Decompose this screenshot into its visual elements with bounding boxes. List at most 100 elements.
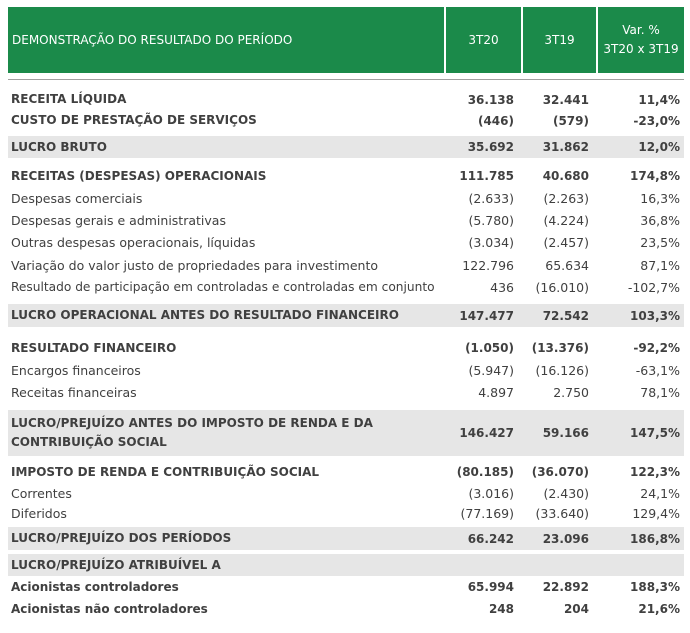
row-label: LUCRO OPERACIONAL ANTES DO RESULTADO FIN…: [11, 308, 399, 322]
table-row: LUCRO BRUTO 35.692 31.862 12,0%: [8, 136, 684, 158]
row-label: Correntes: [11, 485, 72, 501]
row-label: RECEITA LÍQUIDA: [11, 92, 127, 106]
row-label: Despesas gerais e administrativas: [11, 212, 226, 228]
row-value-variation: 24,1%: [640, 485, 680, 501]
row-value-3t20: (1.050): [465, 341, 514, 355]
row-value-3t19: 22.892: [542, 580, 589, 594]
table-row: LUCRO/PREJUÍZO DOS PERÍODOS 66.242 23.09…: [8, 527, 684, 550]
row-label: Resultado de participação em controladas…: [11, 280, 435, 294]
row-value-variation: 188,3%: [630, 580, 680, 594]
row-label: LUCRO/PREJUÍZO DOS PERÍODOS: [11, 531, 232, 545]
header-divider: [8, 79, 684, 80]
row-value-3t19: 2.750: [553, 385, 589, 400]
row-value-3t19: 65.634: [545, 257, 589, 273]
row-value-variation: 23,5%: [640, 235, 680, 250]
row-label: Variação do valor justo de propriedades …: [11, 257, 379, 273]
row-value-3t19: 72.542: [542, 308, 589, 323]
row-value-3t20: (446): [477, 113, 514, 128]
row-label: Outras despesas operacionais, líquidas: [11, 235, 256, 250]
row-value-3t19: 59.166: [542, 426, 589, 440]
row-value-variation: 16,3%: [640, 190, 680, 206]
header-variation-line1: Var. %: [622, 23, 660, 37]
row-label: IMPOSTO DE RENDA E CONTRIBUIÇÃO SOCIAL: [11, 464, 320, 479]
row-value-3t19: 204: [563, 602, 589, 616]
table-header: DEMONSTRAÇÃO DO RESULTADO DO PERÍODO 3T2…: [8, 7, 684, 73]
table-row: Resultado de participação em controladas…: [8, 276, 684, 299]
row-value-variation: -23,0%: [633, 113, 680, 128]
row-value-3t20: (80.185): [456, 465, 514, 479]
table-row: Receitas financeiras 4.897 2.750 78,1%: [8, 381, 684, 404]
table-row: Diferidos (77.169) (33.640) 129,4%: [8, 503, 684, 523]
row-value-3t19: (2.430): [543, 485, 589, 501]
table-row: Variação do valor justo de propriedades …: [8, 254, 684, 276]
row-value-3t19: (16.126): [535, 362, 590, 378]
table-row: Despesas gerais e administrativas (5.780…: [8, 209, 684, 231]
row-label: CUSTO DE PRESTAÇÃO DE SERVIÇOS: [11, 113, 257, 127]
row-value-3t19: 32.441: [542, 92, 589, 107]
row-value-3t19: (16.010): [535, 280, 590, 295]
table-row: Encargos financeiros (5.947) (16.126) -6…: [8, 359, 684, 381]
header-3t19: 3T19: [521, 7, 596, 73]
row-label: Receitas financeiras: [11, 385, 137, 400]
row-label: LUCRO/PREJUÍZO ANTES DO IMPOSTO DE RENDA…: [11, 416, 373, 449]
table-row: LUCRO/PREJUÍZO ATRIBUÍVEL A: [8, 554, 684, 576]
header-variation-line2: 3T20 x 3T19: [603, 42, 679, 56]
row-label: LUCRO BRUTO: [11, 139, 107, 154]
table-row: CUSTO DE PRESTAÇÃO DE SERVIÇOS (446) (57…: [8, 110, 684, 131]
row-value-3t19: (36.070): [531, 465, 589, 479]
row-value-variation: 186,8%: [630, 531, 680, 546]
row-value-3t19: 40.680: [542, 169, 589, 183]
row-value-3t20: (5.780): [468, 212, 514, 228]
row-label: Acionistas não controladores: [11, 601, 208, 616]
row-value-3t20: 111.785: [459, 169, 514, 183]
header-description: DEMONSTRAÇÃO DO RESULTADO DO PERÍODO: [8, 7, 444, 73]
row-value-3t20: 147.477: [459, 308, 514, 323]
row-value-variation: 11,4%: [638, 92, 680, 107]
row-value-variation: 122,3%: [630, 465, 680, 479]
row-value-3t19: 31.862: [542, 140, 589, 154]
table-row: Acionistas controladores 65.994 22.892 1…: [8, 576, 684, 598]
row-label: Encargos financeiros: [11, 362, 141, 378]
row-value-3t20: (77.169): [460, 505, 515, 521]
row-label: Acionistas controladores: [11, 579, 179, 594]
table-row: Outras despesas operacionais, líquidas (…: [8, 231, 684, 254]
row-label: RECEITAS (DESPESAS) OPERACIONAIS: [11, 168, 267, 183]
row-value-3t20: 436: [490, 280, 514, 295]
row-value-3t19: (13.376): [531, 341, 589, 355]
row-value-3t19: (2.457): [543, 235, 589, 250]
row-value-variation: -102,7%: [627, 280, 680, 295]
table-row: IMPOSTO DE RENDA E CONTRIBUIÇÃO SOCIAL (…: [8, 461, 684, 483]
row-value-variation: 147,5%: [630, 426, 680, 440]
row-value-variation: 36,8%: [640, 212, 680, 228]
row-value-3t20: (3.016): [468, 485, 514, 501]
row-value-3t20: (5.947): [468, 362, 514, 378]
row-value-3t19: (33.640): [535, 505, 590, 521]
row-value-variation: 87,1%: [640, 257, 680, 273]
row-value-3t19: (579): [552, 113, 589, 128]
table-row: LUCRO OPERACIONAL ANTES DO RESULTADO FIN…: [8, 304, 684, 327]
row-label: Diferidos: [11, 505, 67, 521]
header-variation: Var. % 3T20 x 3T19: [596, 7, 684, 73]
row-value-3t20: 36.138: [467, 92, 514, 107]
row-value-3t20: 146.427: [459, 426, 514, 440]
row-value-3t20: 4.897: [478, 385, 514, 400]
row-value-3t20: 248: [488, 602, 514, 616]
table-row: RESULTADO FINANCEIRO (1.050) (13.376) -9…: [8, 337, 684, 359]
row-value-3t20: 35.692: [467, 140, 514, 154]
row-value-variation: -92,2%: [633, 341, 680, 355]
table-row: RECEITA LÍQUIDA 36.138 32.441 11,4%: [8, 89, 684, 110]
row-value-3t19: (2.263): [543, 190, 589, 206]
table-row: Despesas comerciais (2.633) (2.263) 16,3…: [8, 187, 684, 209]
row-value-3t20: (3.034): [468, 235, 514, 250]
row-value-3t19: 23.096: [542, 531, 589, 546]
row-value-3t20: 65.994: [467, 580, 514, 594]
header-3t20: 3T20: [444, 7, 521, 73]
row-label: RESULTADO FINANCEIRO: [11, 340, 177, 355]
row-value-variation: 78,1%: [640, 385, 680, 400]
row-value-variation: 174,8%: [630, 169, 680, 183]
row-value-3t20: 122.796: [462, 257, 514, 273]
row-value-variation: -63,1%: [635, 362, 680, 378]
table-row: Correntes (3.016) (2.430) 24,1%: [8, 483, 684, 503]
table-row: Acionistas não controladores 248 204 21,…: [8, 598, 684, 620]
row-value-variation: 12,0%: [638, 140, 680, 154]
